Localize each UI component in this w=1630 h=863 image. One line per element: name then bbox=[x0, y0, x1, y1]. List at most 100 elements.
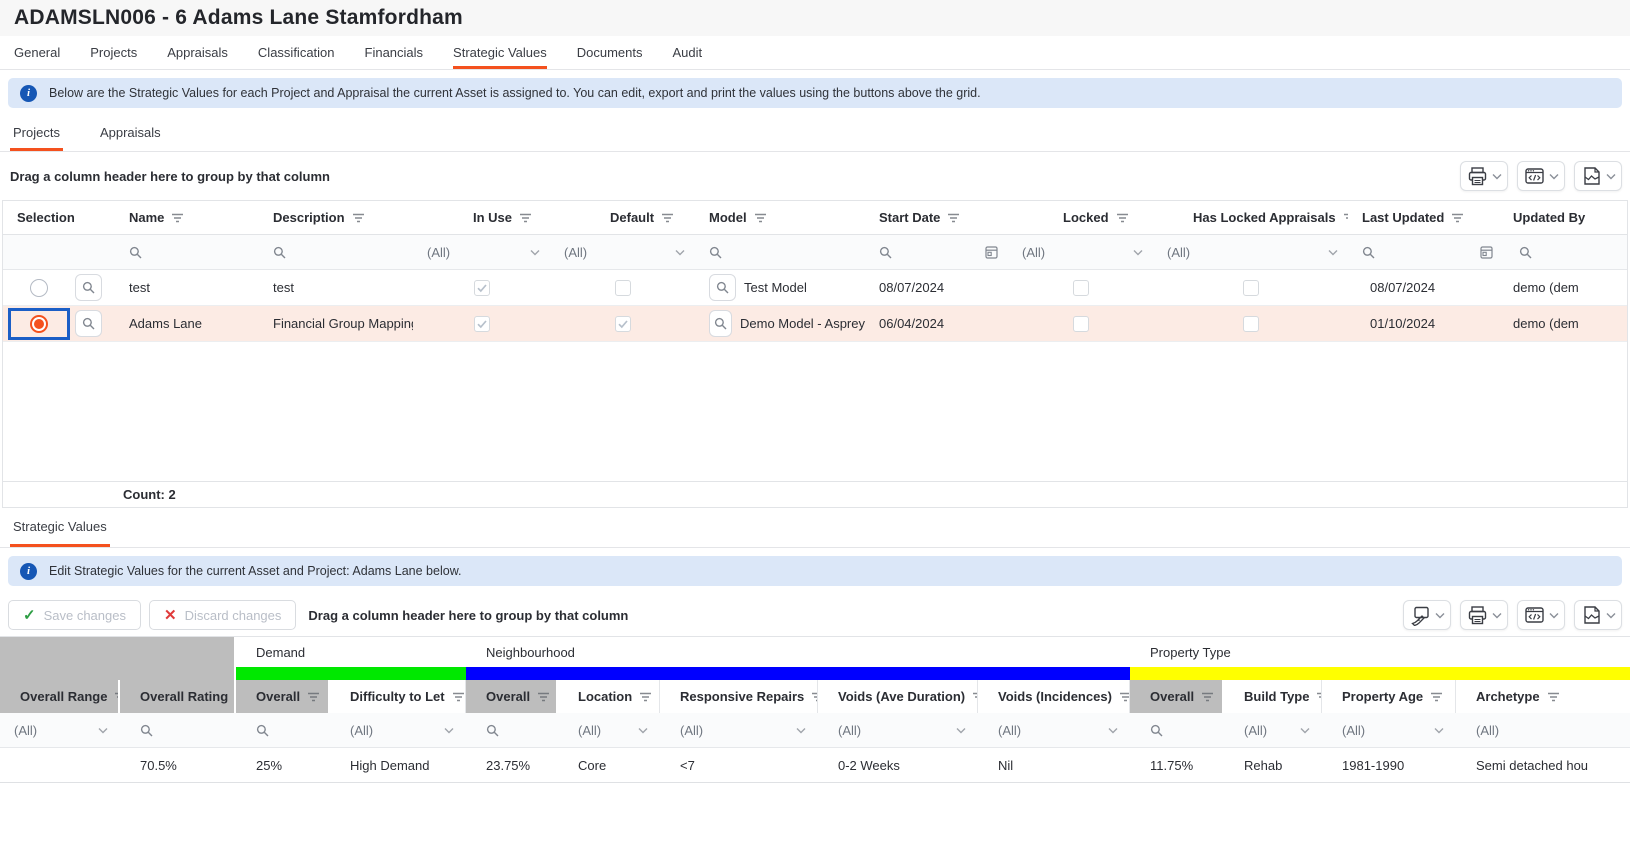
col-header-archetype[interactable]: Archetype bbox=[1456, 680, 1630, 713]
filter-icon[interactable] bbox=[754, 212, 767, 224]
chevron-down-icon[interactable] bbox=[1606, 173, 1616, 180]
row-select-radio[interactable] bbox=[30, 279, 48, 297]
filter-icon[interactable] bbox=[639, 691, 652, 703]
filter-overall-range[interactable]: (All) bbox=[0, 713, 120, 747]
filter-neighbourhood-overall[interactable] bbox=[466, 713, 558, 747]
filter-model[interactable] bbox=[695, 235, 865, 269]
filter-voids-incidences[interactable]: (All) bbox=[978, 713, 1130, 747]
export-document-button[interactable] bbox=[1574, 600, 1622, 630]
edit-export-button[interactable] bbox=[1403, 600, 1451, 630]
filter-property-age[interactable]: (All) bbox=[1322, 713, 1456, 747]
default-checkbox[interactable] bbox=[615, 316, 631, 332]
save-changes-button[interactable]: ✓Save changes bbox=[8, 600, 141, 630]
filter-description[interactable] bbox=[259, 235, 413, 269]
chevron-down-icon[interactable] bbox=[1492, 173, 1502, 180]
filter-difficulty-to-let[interactable]: (All) bbox=[330, 713, 466, 747]
values-data-row[interactable]: 70.5% 25% High Demand 23.75% Core <7 0-2… bbox=[0, 748, 1630, 783]
export-code-button[interactable] bbox=[1517, 600, 1565, 630]
export-code-button[interactable] bbox=[1517, 161, 1565, 191]
cell-property-type-overall[interactable]: 11.75% bbox=[1130, 748, 1224, 782]
filter-start-date[interactable] bbox=[865, 235, 1008, 269]
sub-tab-projects[interactable]: Projects bbox=[10, 116, 63, 151]
col-header-description[interactable]: Description bbox=[259, 201, 413, 234]
col-header-start-date[interactable]: Start Date bbox=[865, 201, 1008, 234]
col-header-build-type[interactable]: Build Type bbox=[1224, 680, 1322, 713]
filter-default[interactable]: (All) bbox=[550, 235, 695, 269]
has-locked-appraisals-checkbox[interactable] bbox=[1243, 280, 1259, 296]
filter-has-locked-appraisals[interactable]: (All) bbox=[1153, 235, 1348, 269]
filter-build-type[interactable]: (All) bbox=[1224, 713, 1322, 747]
chevron-down-icon[interactable] bbox=[444, 727, 454, 734]
cell-location[interactable]: Core bbox=[558, 748, 660, 782]
chevron-down-icon[interactable] bbox=[1328, 249, 1338, 256]
filter-icon[interactable] bbox=[352, 212, 365, 224]
chevron-down-icon[interactable] bbox=[1300, 727, 1310, 734]
filter-icon[interactable] bbox=[537, 691, 550, 703]
filter-icon[interactable] bbox=[1201, 691, 1214, 703]
filter-icon[interactable] bbox=[1430, 691, 1443, 703]
chevron-down-icon[interactable] bbox=[1133, 249, 1143, 256]
col-header-default[interactable]: Default bbox=[550, 201, 695, 234]
tab-documents[interactable]: Documents bbox=[577, 36, 643, 69]
table-row[interactable]: Adams Lane Financial Group Mapping Demo … bbox=[3, 306, 1627, 342]
calendar-icon[interactable] bbox=[985, 246, 998, 259]
filter-icon[interactable] bbox=[452, 691, 465, 703]
col-header-difficulty-to-let[interactable]: Difficulty to Let bbox=[330, 680, 466, 713]
filter-voids-ave-duration[interactable]: (All) bbox=[818, 713, 978, 747]
tab-financials[interactable]: Financials bbox=[365, 36, 424, 69]
cell-demand-overall[interactable]: 25% bbox=[236, 748, 330, 782]
chevron-down-icon[interactable] bbox=[675, 249, 685, 256]
chevron-down-icon[interactable] bbox=[638, 727, 648, 734]
filter-icon[interactable] bbox=[947, 212, 960, 224]
has-locked-appraisals-checkbox[interactable] bbox=[1243, 316, 1259, 332]
model-search-button[interactable] bbox=[709, 310, 732, 337]
chevron-down-icon[interactable] bbox=[1108, 727, 1118, 734]
locked-checkbox[interactable] bbox=[1073, 280, 1089, 296]
chevron-down-icon[interactable] bbox=[1549, 612, 1559, 619]
chevron-down-icon[interactable] bbox=[98, 727, 108, 734]
filter-icon[interactable] bbox=[1119, 691, 1130, 703]
chevron-down-icon[interactable] bbox=[1606, 612, 1616, 619]
col-header-locked[interactable]: Locked bbox=[1008, 201, 1153, 234]
tab-classification[interactable]: Classification bbox=[258, 36, 335, 69]
row-search-button[interactable] bbox=[75, 274, 102, 301]
in-use-checkbox[interactable] bbox=[474, 316, 490, 332]
col-header-last-updated[interactable]: Last Updated bbox=[1348, 201, 1503, 234]
filter-icon[interactable] bbox=[1547, 691, 1560, 703]
model-search-button[interactable] bbox=[709, 274, 736, 301]
filter-location[interactable]: (All) bbox=[558, 713, 660, 747]
discard-changes-button[interactable]: ✕Discard changes bbox=[149, 600, 296, 630]
filter-icon[interactable] bbox=[811, 691, 818, 703]
default-checkbox[interactable] bbox=[615, 280, 631, 296]
col-header-model[interactable]: Model bbox=[695, 201, 865, 234]
chevron-down-icon[interactable] bbox=[1435, 612, 1445, 619]
col-header-overall-range[interactable]: Overall Range bbox=[0, 680, 120, 713]
row-search-button[interactable] bbox=[75, 310, 102, 337]
table-row[interactable]: test test Test Model 08/07/2024 08/07/20… bbox=[3, 270, 1627, 306]
filter-updated-by[interactable] bbox=[1503, 235, 1630, 269]
row-select-radio[interactable] bbox=[30, 315, 48, 333]
col-header-responsive-repairs[interactable]: Responsive Repairs bbox=[660, 680, 818, 713]
cell-archetype[interactable]: Semi detached hou bbox=[1456, 748, 1630, 782]
sub-tab-appraisals[interactable]: Appraisals bbox=[97, 116, 164, 151]
cell-voids-incidences[interactable]: Nil bbox=[978, 748, 1130, 782]
col-header-overall-rating[interactable]: Overall Rating bbox=[120, 680, 236, 713]
filter-icon[interactable] bbox=[307, 691, 320, 703]
col-header-property-type-overall[interactable]: Overall bbox=[1130, 680, 1224, 713]
cell-neighbourhood-overall[interactable]: 23.75% bbox=[466, 748, 558, 782]
tab-appraisals[interactable]: Appraisals bbox=[167, 36, 228, 69]
chevron-down-icon[interactable] bbox=[1549, 173, 1559, 180]
filter-icon[interactable] bbox=[1451, 212, 1464, 224]
chevron-down-icon[interactable] bbox=[1434, 727, 1444, 734]
chevron-down-icon[interactable] bbox=[1492, 612, 1502, 619]
filter-in-use[interactable]: (All) bbox=[413, 235, 550, 269]
col-header-location[interactable]: Location bbox=[558, 680, 660, 713]
col-header-neighbourhood-overall[interactable]: Overall bbox=[466, 680, 558, 713]
col-header-voids-ave-duration[interactable]: Voids (Ave Duration) bbox=[818, 680, 978, 713]
filter-locked[interactable]: (All) bbox=[1008, 235, 1153, 269]
tab-strategic-values[interactable]: Strategic Values bbox=[453, 36, 547, 69]
cell-property-age[interactable]: 1981-1990 bbox=[1322, 748, 1456, 782]
filter-responsive-repairs[interactable]: (All) bbox=[660, 713, 818, 747]
cell-build-type[interactable]: Rehab bbox=[1224, 748, 1322, 782]
col-header-demand-overall[interactable]: Overall bbox=[236, 680, 330, 713]
